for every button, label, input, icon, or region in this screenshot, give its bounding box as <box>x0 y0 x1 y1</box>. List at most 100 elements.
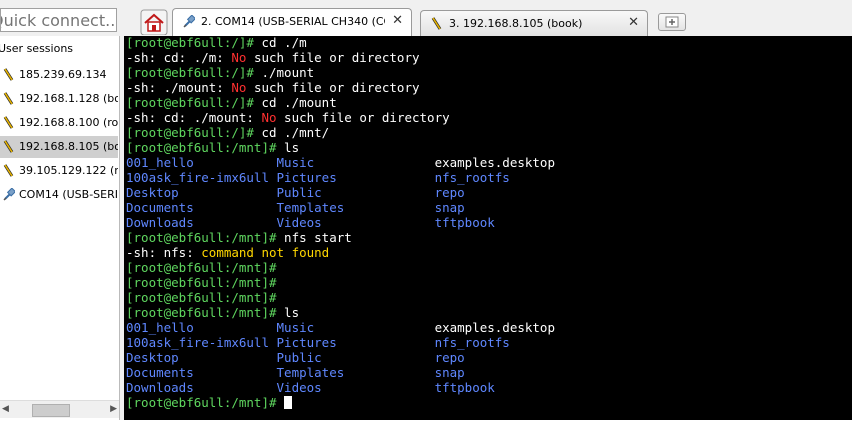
terminal-text: [root@ebf6ull:/mnt]# <box>126 290 285 305</box>
terminal-text: cd ./m <box>261 36 307 50</box>
terminal-line: [root@ebf6ull:/mnt]# <box>126 395 555 410</box>
scrollbar-thumb[interactable] <box>32 404 70 417</box>
ssh-key-icon <box>431 17 443 30</box>
status-bar <box>0 420 852 428</box>
terminal-line: -sh: nfs: command not found <box>126 245 555 260</box>
terminal-line: 100ask_fire-imx6ull Pictures nfs_rootfs <box>126 170 555 185</box>
session-tab[interactable]: 2. COM14 (USB-SERIAL CH340 (COM14)) ✕ <box>172 8 412 36</box>
terminal-text: such file or directory <box>246 80 420 95</box>
terminal-line: Desktop Public repo <box>126 350 555 365</box>
scroll-left-arrow-icon[interactable]: ◀ <box>2 404 9 414</box>
session-tab[interactable]: 3. 192.168.8.105 (book) ✕ <box>420 10 648 36</box>
terminal-view[interactable]: [root@ebf6ull:/]# cd ./m -sh: cd: ./m: No… <box>124 36 852 420</box>
terminal-text: [root@ebf6ull:/mnt]# <box>126 275 285 290</box>
terminal-text: -sh: ./mount: <box>126 80 232 95</box>
terminal-line: Documents Templates snap <box>126 200 555 215</box>
session-item-label: 192.168.8.105 (book) <box>19 140 118 153</box>
terminal-text: Videos <box>276 380 435 395</box>
ssh-key-icon <box>3 92 14 105</box>
terminal-text: cd ./mnt/ <box>261 125 330 140</box>
session-item-label: 192.168.8.100 (root) <box>19 116 118 129</box>
terminal-cursor <box>284 396 293 409</box>
left-panel: User sessions 185.239.69.134 192.168.1.12… <box>0 0 120 428</box>
terminal-text: examples.desktop <box>434 320 555 335</box>
close-tab-icon[interactable]: ✕ <box>392 13 403 28</box>
terminal-text: such file or directory <box>276 110 450 125</box>
terminal-line: 001_hello Music examples.desktop <box>126 320 555 335</box>
terminal-text: [root@ebf6ull:/]# <box>126 36 262 50</box>
close-tab-icon[interactable]: ✕ <box>628 15 639 30</box>
session-item[interactable]: 39.105.129.122 (root) <box>0 160 118 182</box>
terminal-text: Templates <box>276 365 435 380</box>
terminal-text: tftpbook <box>434 380 495 395</box>
terminal-text: [root@ebf6ull:/mnt]# <box>126 230 285 245</box>
terminal-text: Public <box>276 350 435 365</box>
session-item[interactable]: 192.168.1.128 (book) <box>0 88 118 110</box>
ssh-key-icon <box>3 116 14 129</box>
session-item[interactable]: 185.239.69.134 <box>0 64 118 86</box>
terminal-text: Videos <box>276 215 435 230</box>
terminal-text: [root@ebf6ull:/mnt]# <box>126 305 285 320</box>
quick-connect-box[interactable] <box>0 8 117 32</box>
plus-icon <box>665 16 679 28</box>
serial-plug-icon <box>3 187 17 201</box>
terminal-text: Desktop <box>126 185 277 200</box>
terminal-text: 001_hello <box>126 155 277 170</box>
session-item[interactable]: 192.168.8.100 (root) <box>0 112 118 134</box>
session-item-label: 185.239.69.134 <box>19 68 107 81</box>
terminal-text: such file or directory <box>246 50 420 65</box>
terminal-line: [root@ebf6ull:/]# ./mount <box>126 65 555 80</box>
terminal-line: [root@ebf6ull:/]# cd ./m <box>126 36 555 50</box>
terminal-text: Pictures <box>276 170 435 185</box>
terminal-line: [root@ebf6ull:/mnt]# ls <box>126 305 555 320</box>
terminal-line: -sh: ./mount: No such file or directory <box>126 80 555 95</box>
terminal-line: 001_hello Music examples.desktop <box>126 155 555 170</box>
session-item[interactable]: COM14 (USB-SERIAL CH340) <box>0 184 118 206</box>
session-item-label: COM14 (USB-SERIAL CH340) <box>19 188 118 201</box>
terminal-line: -sh: cd: ./m: No such file or directory <box>126 50 555 65</box>
ssh-key-icon <box>3 164 14 177</box>
terminal-line: [root@ebf6ull:/]# cd ./mnt/ <box>126 125 555 140</box>
terminal-text: [root@ebf6ull:/]# <box>126 125 262 140</box>
home-icon <box>140 9 168 36</box>
terminal-text: repo <box>434 350 465 365</box>
terminal-output: [root@ebf6ull:/]# cd ./m -sh: cd: ./m: No… <box>126 36 555 410</box>
terminal-text: Documents <box>126 365 277 380</box>
home-tab[interactable] <box>140 9 168 36</box>
terminal-line: [root@ebf6ull:/mnt]# ls <box>126 140 555 155</box>
terminal-text: 001_hello <box>126 320 277 335</box>
terminal-text: Documents <box>126 200 277 215</box>
ssh-key-icon <box>3 68 14 81</box>
scroll-right-arrow-icon[interactable]: ▶ <box>110 404 117 414</box>
terminal-text: nfs_rootfs <box>434 335 510 350</box>
terminal-text: Downloads <box>126 215 277 230</box>
ssh-key-icon <box>3 140 14 153</box>
terminal-line: [root@ebf6ull:/]# cd ./mount <box>126 95 555 110</box>
terminal-text: examples.desktop <box>434 155 555 170</box>
session-item[interactable]: 192.168.8.105 (book) <box>0 136 118 158</box>
terminal-text: -sh: cd: ./mount: <box>126 110 262 125</box>
terminal-text: No <box>231 50 247 65</box>
tab-label: 3. 192.168.8.105 (book) <box>449 17 583 30</box>
sessions-horizontal-scrollbar[interactable]: ◀ ▶ <box>0 400 119 418</box>
sessions-header[interactable]: User sessions <box>0 42 73 55</box>
terminal-text: ls <box>284 305 300 320</box>
terminal-text: [root@ebf6ull:/]# <box>126 95 262 110</box>
terminal-line: Downloads Videos tftpbook <box>126 215 555 230</box>
sessions-panel: User sessions 185.239.69.134 192.168.1.12… <box>0 36 120 420</box>
session-item-label: 192.168.1.128 (book) <box>19 92 118 105</box>
terminal-text: -sh: cd: ./m: <box>126 50 232 65</box>
terminal-text: 100ask_fire-imx6ull <box>126 170 277 185</box>
terminal-text: [root@ebf6ull:/]# <box>126 65 262 80</box>
session-item-label: 39.105.129.122 (root) <box>19 164 118 177</box>
terminal-text: -sh: nfs: <box>126 245 202 260</box>
terminal-text: Desktop <box>126 350 277 365</box>
quick-connect-input[interactable] <box>1 9 116 31</box>
new-tab-button[interactable] <box>658 13 686 31</box>
terminal-line: -sh: cd: ./mount: No such file or direct… <box>126 110 555 125</box>
terminal-line: Documents Templates snap <box>126 365 555 380</box>
tab-bar: 2. COM14 (USB-SERIAL CH340 (COM14))✕ 3. 1… <box>120 0 852 36</box>
terminal-text: command not found <box>201 245 330 260</box>
terminal-text: Downloads <box>126 380 277 395</box>
terminal-line: [root@ebf6ull:/mnt]# <box>126 275 555 290</box>
